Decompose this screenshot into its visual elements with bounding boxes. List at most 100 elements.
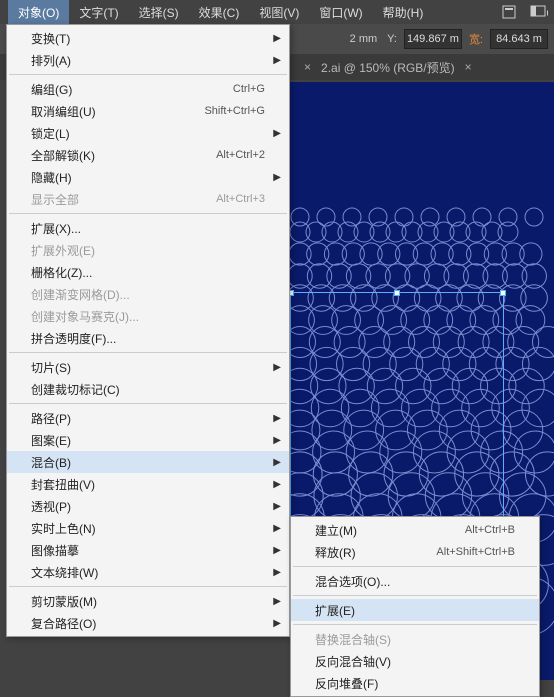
menu-help[interactable]: 帮助(H) — [373, 0, 434, 25]
object-menu-item-18[interactable]: 创建裁切标记(C) — [7, 378, 289, 400]
menubar: 对象(O) 文字(T) 选择(S) 效果(C) 视图(V) 窗口(W) 帮助(H… — [0, 0, 554, 24]
tab-close-left[interactable]: × — [300, 60, 315, 74]
blend-submenu-item-1[interactable]: 释放(R) Alt+Shift+Ctrl+B — [291, 541, 539, 563]
menu-separator — [9, 586, 287, 587]
submenu-arrow-icon: ▶ — [273, 128, 281, 139]
menu-item-shortcut: Shift+Ctrl+G — [204, 105, 265, 117]
submenu-arrow-icon: ▶ — [273, 33, 281, 44]
object-menu-item-1[interactable]: 排列(A)▶ — [7, 49, 289, 71]
menu-item-label: 扩展外观(E) — [31, 242, 95, 259]
object-menu-item-5[interactable]: 锁定(L)▶ — [7, 122, 289, 144]
menu-view[interactable]: 视图(V) — [249, 0, 309, 25]
menu-item-label: 编组(G) — [31, 81, 72, 98]
submenu-arrow-icon: ▶ — [273, 545, 281, 556]
menu-item-label: 混合选项(O)... — [315, 573, 390, 590]
menu-item-label: 替换混合轴(S) — [315, 631, 391, 648]
y-label: Y: — [384, 33, 400, 45]
menu-separator — [9, 213, 287, 214]
menu-item-label: 释放(R) — [315, 544, 356, 561]
tab-close-right[interactable]: × — [461, 60, 476, 74]
menu-item-shortcut: Alt+Ctrl+3 — [216, 193, 265, 205]
menu-item-shortcut: Alt+Shift+Ctrl+B — [436, 546, 515, 558]
blend-submenu-item-5[interactable]: 扩展(E) — [291, 599, 539, 621]
object-menu-item-25[interactable]: 实时上色(N) ▶ — [7, 517, 289, 539]
submenu-arrow-icon: ▶ — [273, 618, 281, 629]
object-menu-item-26[interactable]: 图像描摹 ▶ — [7, 539, 289, 561]
menu-item-label: 实时上色(N) — [31, 520, 96, 537]
object-menu-item-7[interactable]: 隐藏(H)▶ — [7, 166, 289, 188]
menu-item-shortcut: Alt+Ctrl+2 — [216, 149, 265, 161]
submenu-arrow-icon: ▶ — [273, 501, 281, 512]
object-menu-item-4[interactable]: 取消编组(U)Shift+Ctrl+G — [7, 100, 289, 122]
submenu-arrow-icon: ▶ — [273, 55, 281, 66]
blend-submenu: 建立(M)Alt+Ctrl+B 释放(R) Alt+Shift+Ctrl+B 混合选项… — [290, 516, 540, 697]
menu-item-label: 混合(B) — [31, 454, 71, 471]
menu-item-label: 透视(P) — [31, 498, 71, 515]
w-field[interactable] — [490, 29, 548, 49]
menu-item-label: 切片(S) — [31, 359, 71, 376]
object-menu-item-24[interactable]: 透视(P) ▶ — [7, 495, 289, 517]
menu-item-label: 创建渐变网格(D)... — [31, 286, 130, 303]
object-menu-item-30[interactable]: 复合路径(O) ▶ — [7, 612, 289, 634]
menu-window[interactable]: 窗口(W) — [309, 0, 372, 25]
object-menu-item-0[interactable]: 变换(T) ▶ — [7, 27, 289, 49]
object-menu-item-21[interactable]: 图案(E) ▶ — [7, 429, 289, 451]
blend-submenu-item-7: 替换混合轴(S) — [291, 628, 539, 650]
x-suffix: 2 mm — [347, 33, 381, 45]
w-label: 宽: — [466, 31, 486, 47]
menu-separator — [293, 566, 537, 567]
doc-icon[interactable] — [502, 5, 518, 19]
menu-item-label: 显示全部 — [31, 191, 79, 208]
blend-submenu-item-9[interactable]: 反向堆叠(F) — [291, 672, 539, 694]
object-menu-item-3[interactable]: 编组(G) Ctrl+G — [7, 78, 289, 100]
workspace-icon[interactable] — [530, 5, 546, 19]
object-menu-item-15[interactable]: 拼合透明度(F)... — [7, 327, 289, 349]
object-menu-item-8: 显示全部 Alt+Ctrl+3 — [7, 188, 289, 210]
submenu-arrow-icon: ▶ — [273, 479, 281, 490]
object-menu-item-29[interactable]: 剪切蒙版(M) ▶ — [7, 590, 289, 612]
menu-item-label: 扩展(X)... — [31, 220, 81, 237]
menu-item-label: 全部解锁(K) — [31, 147, 95, 164]
document-tab-title[interactable]: 2.ai @ 150% (RGB/预览) — [321, 59, 455, 76]
menu-text[interactable]: 文字(T) — [69, 0, 128, 25]
object-menu-item-17[interactable]: 切片(S) ▶ — [7, 356, 289, 378]
y-field[interactable] — [404, 29, 462, 49]
menu-item-label: 变换(T) — [31, 30, 70, 47]
submenu-arrow-icon: ▶ — [273, 435, 281, 446]
blend-submenu-item-8[interactable]: 反向混合轴(V) — [291, 650, 539, 672]
menu-select[interactable]: 选择(S) — [129, 0, 189, 25]
menu-separator — [9, 74, 287, 75]
menu-item-label: 拼合透明度(F)... — [31, 330, 116, 347]
object-menu-item-23[interactable]: 封套扭曲(V)▶ — [7, 473, 289, 495]
blend-submenu-item-3[interactable]: 混合选项(O)... — [291, 570, 539, 592]
submenu-arrow-icon: ▶ — [273, 362, 281, 373]
menu-effect[interactable]: 效果(C) — [189, 0, 250, 25]
handle-ne[interactable] — [500, 290, 506, 296]
menu-separator — [9, 352, 287, 353]
menu-item-label: 文本绕排(W) — [31, 564, 98, 581]
menu-item-label: 反向堆叠(F) — [315, 675, 378, 692]
object-menu-item-22[interactable]: 混合(B) ▶ — [7, 451, 289, 473]
menu-item-label: 图像描摹 — [31, 542, 79, 559]
menu-item-label: 建立(M) — [315, 522, 357, 539]
menu-item-shortcut: Ctrl+G — [233, 83, 265, 95]
menu-item-label: 图案(E) — [31, 432, 71, 449]
object-menu-item-27[interactable]: 文本绕排(W)▶ — [7, 561, 289, 583]
submenu-arrow-icon: ▶ — [273, 172, 281, 183]
object-menu-item-12[interactable]: 栅格化(Z)... — [7, 261, 289, 283]
submenu-arrow-icon: ▶ — [273, 523, 281, 534]
menu-item-label: 复合路径(O) — [31, 615, 96, 632]
menu-item-label: 创建裁切标记(C) — [31, 381, 120, 398]
object-menu-item-6[interactable]: 全部解锁(K) Alt+Ctrl+2 — [7, 144, 289, 166]
menu-object[interactable]: 对象(O) — [8, 0, 69, 25]
menu-separator — [293, 595, 537, 596]
handle-n[interactable] — [394, 290, 400, 296]
menu-item-label: 剪切蒙版(M) — [31, 593, 97, 610]
menu-item-label: 栅格化(Z)... — [31, 264, 92, 281]
menu-item-label: 创建对象马赛克(J)... — [31, 308, 139, 325]
object-menu-item-20[interactable]: 路径(P)▶ — [7, 407, 289, 429]
object-menu-item-10[interactable]: 扩展(X)... — [7, 217, 289, 239]
submenu-arrow-icon: ▶ — [273, 596, 281, 607]
blend-submenu-item-0[interactable]: 建立(M)Alt+Ctrl+B — [291, 519, 539, 541]
submenu-arrow-icon: ▶ — [273, 457, 281, 468]
